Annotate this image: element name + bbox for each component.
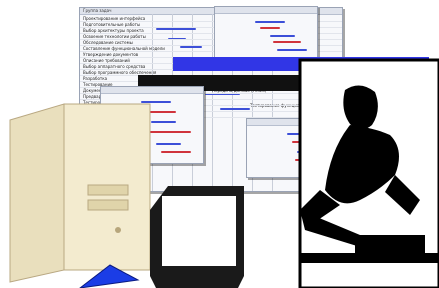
person-typing-icon	[298, 58, 439, 288]
clipart-scene: Группа задач Проектирование интерфейса По…	[0, 0, 439, 288]
